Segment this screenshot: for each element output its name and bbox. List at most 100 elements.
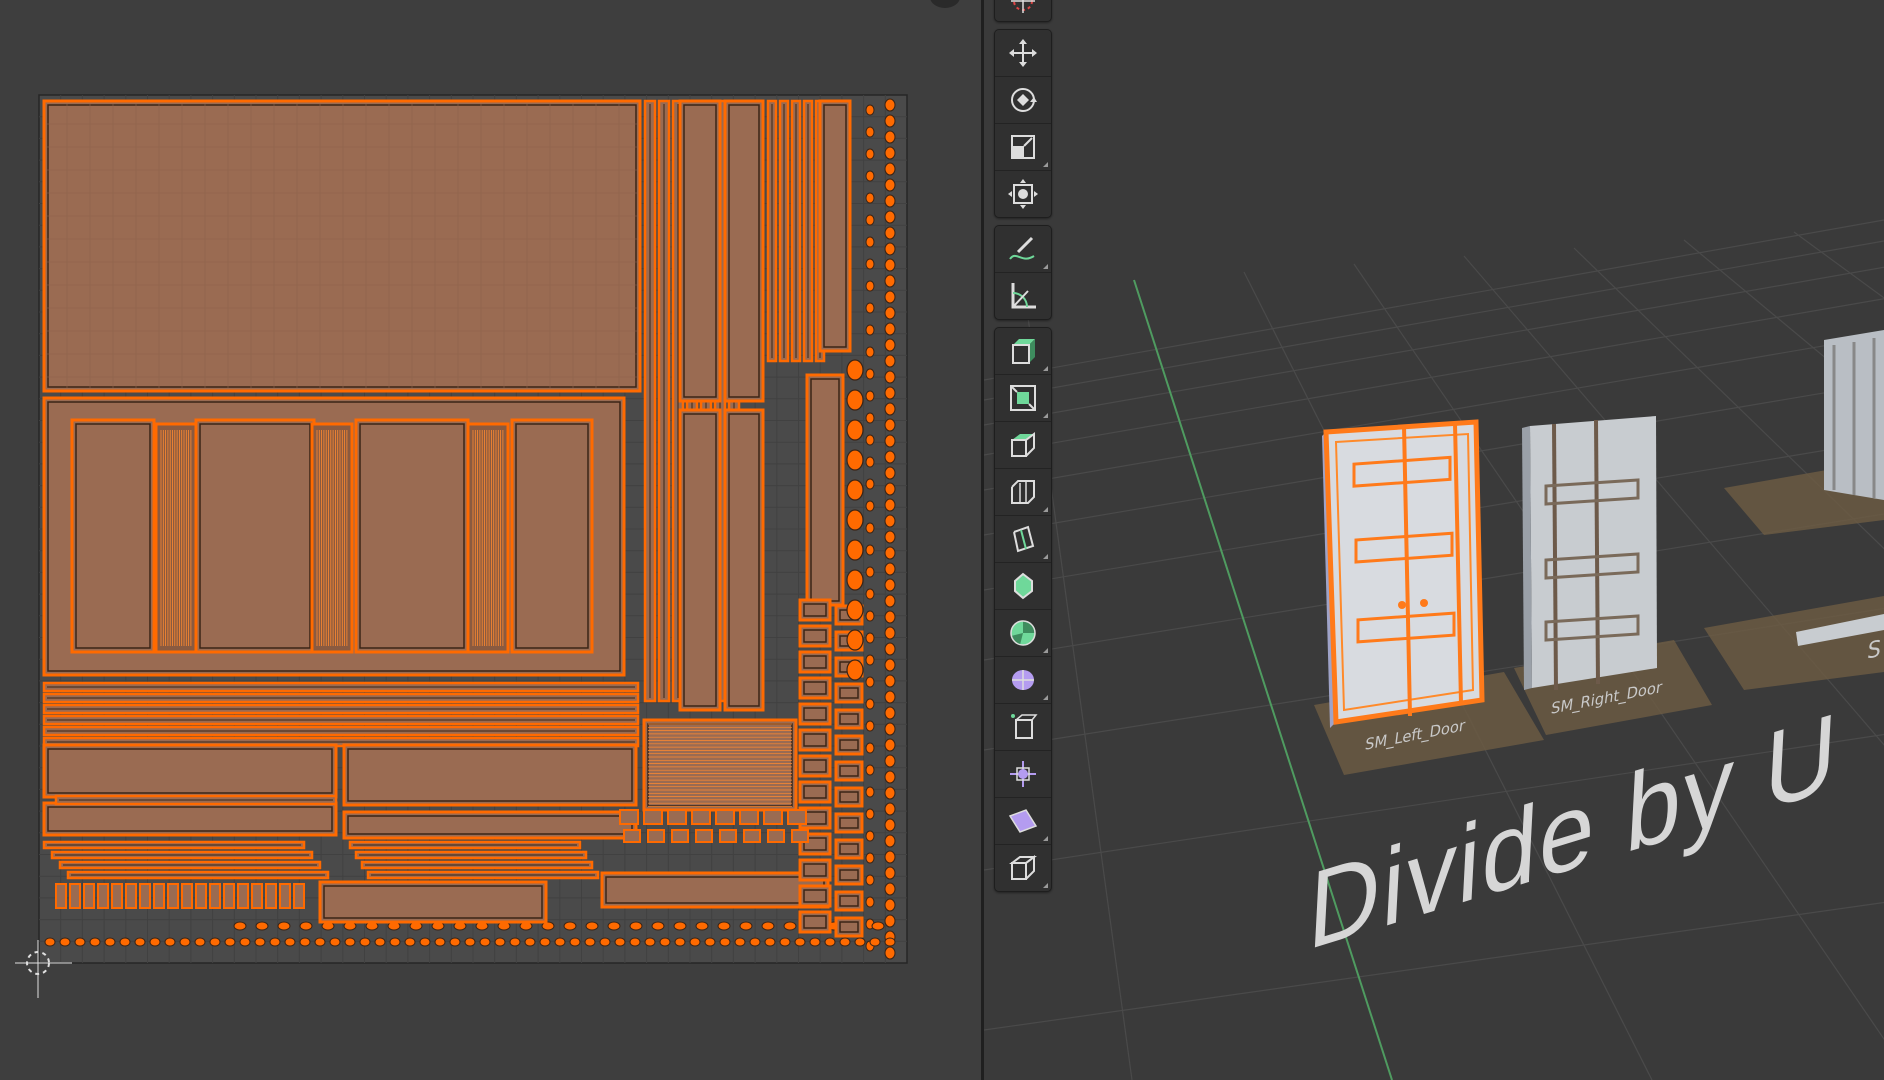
annotate-icon [1009, 236, 1035, 260]
tool-submenu-indicator [1043, 836, 1048, 841]
inset-faces-tool[interactable] [995, 422, 1051, 469]
tool-group-annotate [994, 225, 1052, 320]
uv-island [70, 418, 156, 654]
uv-island [798, 702, 832, 726]
uv-strip [778, 99, 790, 363]
tool-group-mesh-edit [994, 327, 1052, 892]
spin-icon [1012, 670, 1034, 690]
viewport-toolbar [994, 0, 1052, 899]
uv-island [318, 880, 548, 924]
uv-island [834, 916, 864, 938]
tool-submenu-indicator [1043, 695, 1048, 700]
shrink-fatten-tool[interactable] [995, 798, 1051, 845]
uv-vent [466, 422, 510, 654]
edge-slide-icon [1010, 761, 1036, 787]
uv-vent [154, 422, 198, 654]
uv-island [678, 99, 722, 403]
move-icon [1009, 39, 1037, 67]
smooth-tool[interactable] [995, 704, 1051, 751]
uv-island [834, 708, 864, 730]
uv-island [834, 682, 864, 704]
spin-tool[interactable] [995, 657, 1051, 704]
uv-island [798, 624, 832, 648]
uv-island [834, 786, 864, 808]
measure-icon [1011, 283, 1036, 309]
uv-strip [42, 714, 640, 726]
scale-tool[interactable] [995, 124, 1051, 171]
cursor-icon [1011, 0, 1035, 13]
uv-island [805, 373, 845, 607]
uv-strip [42, 681, 640, 693]
transform-tool[interactable] [995, 171, 1051, 217]
poly-build-icon [1010, 620, 1036, 646]
bevel-tool[interactable] [995, 469, 1051, 516]
uv-island [798, 650, 832, 674]
uv-island [342, 810, 638, 840]
shear-tool[interactable] [995, 845, 1051, 891]
inset-icon [1011, 432, 1035, 457]
loop-cut-tool[interactable] [995, 516, 1051, 563]
sm-left-door-object[interactable] [1322, 419, 1485, 728]
tool-group-cursor [994, 0, 1052, 22]
tool-group-transform [994, 29, 1052, 218]
knife-icon [1014, 572, 1033, 600]
uv-strip [42, 703, 640, 715]
loop-cut-icon [1013, 525, 1035, 553]
edge-slide-tool[interactable] [995, 751, 1051, 798]
uv-island [723, 99, 765, 403]
uv-island [510, 418, 594, 654]
transform-icon [1008, 179, 1038, 209]
tool-submenu-indicator [1043, 366, 1048, 371]
tool-submenu-indicator [1043, 162, 1048, 167]
sm-right-door-object[interactable] [1522, 416, 1657, 691]
uv-island [194, 418, 316, 654]
partial-frame-object[interactable] [1824, 330, 1884, 500]
uv-island [600, 871, 830, 909]
uv-island [834, 734, 864, 756]
uv-island [834, 812, 864, 834]
bevel-icon [1011, 480, 1035, 504]
smooth-icon [1011, 714, 1038, 739]
uv-island [798, 728, 832, 752]
uv-island [798, 910, 832, 934]
measure-tool[interactable] [995, 273, 1051, 319]
uv-island [798, 780, 832, 804]
shear-icon [1009, 855, 1037, 880]
uv-strip [42, 692, 640, 704]
poly-build-tool[interactable] [995, 610, 1051, 657]
transform-cursor-tool[interactable] [995, 0, 1051, 21]
move-tool[interactable] [995, 30, 1051, 77]
add-cube-tool[interactable] [995, 328, 1051, 375]
uv-island [342, 743, 638, 807]
extrude-icon [1010, 385, 1036, 411]
uv-strip [360, 860, 594, 870]
tool-submenu-indicator [1043, 648, 1048, 653]
uv-strip [42, 840, 306, 850]
knife-tool[interactable] [995, 563, 1051, 610]
uv-island [678, 408, 722, 712]
rotate-icon [1011, 88, 1037, 112]
uv-strip [790, 99, 802, 363]
uv-island [834, 760, 864, 782]
next-base-plate-bottom[interactable] [1704, 596, 1884, 690]
3d-viewport[interactable]: SM_Left_Door SM_Right_Door S Divide by U [984, 0, 1884, 1080]
uv-strip [643, 99, 657, 703]
uv-island [818, 99, 852, 353]
uv-island [798, 676, 832, 700]
uv-canvas[interactable] [0, 0, 981, 1080]
uv-strip [50, 850, 314, 860]
uv-island [798, 858, 832, 882]
annotate-tool[interactable] [995, 226, 1051, 273]
uv-island [834, 864, 864, 886]
uv-editor[interactable] [0, 0, 981, 1080]
uv-strip [802, 99, 814, 363]
uv-island [723, 408, 765, 712]
uv-strip [348, 840, 582, 850]
scale-icon [1011, 135, 1035, 159]
uv-island [798, 598, 832, 622]
uv-strip [366, 870, 600, 880]
rotate-tool[interactable] [995, 77, 1051, 124]
extrude-region-tool[interactable] [995, 375, 1051, 422]
uv-island [798, 884, 832, 908]
shrink-fatten-icon [1008, 809, 1038, 833]
